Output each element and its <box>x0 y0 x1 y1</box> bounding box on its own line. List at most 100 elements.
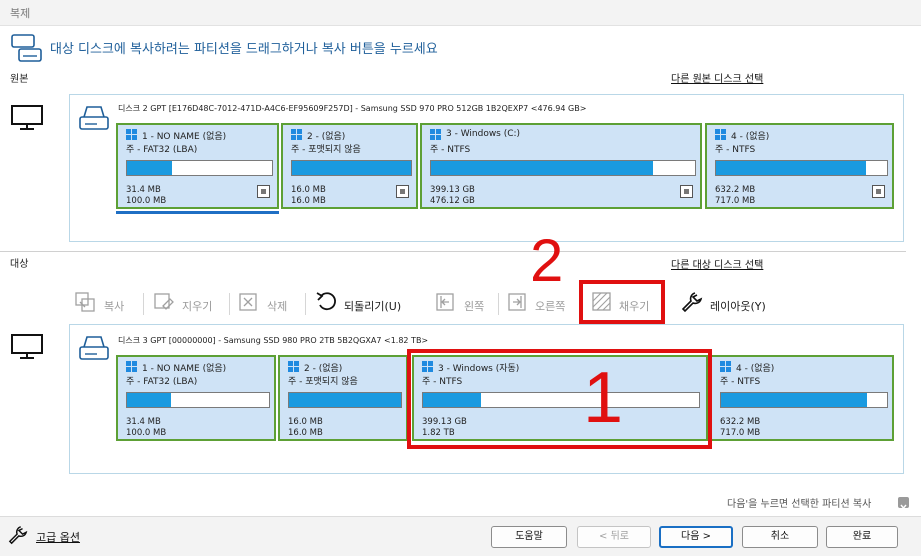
help-button[interactable]: 도움말 <box>491 526 567 548</box>
toolbar-separator <box>229 293 230 315</box>
next-button[interactable]: 다음 > <box>659 526 733 548</box>
usage-fill <box>292 161 411 175</box>
cancel-button[interactable]: 취소 <box>742 526 818 548</box>
used-size: 632.2 MB <box>715 185 756 195</box>
partition-fs: 주 - FAT32 (LBA) <box>126 145 198 155</box>
section-divider <box>0 251 906 252</box>
partition-fs: 주 - NTFS <box>430 145 471 155</box>
partition-name: 2 - (없음) <box>304 364 343 374</box>
windows-icon <box>126 129 138 141</box>
windows-icon <box>430 129 442 141</box>
target-partition-2[interactable]: 2 - (없음) 주 - 포맷되지 않음 16.0 MB 16.0 MB <box>278 355 408 441</box>
usage-bar <box>288 392 402 408</box>
usage-fill <box>716 161 867 175</box>
total-size: 16.0 MB <box>288 428 323 438</box>
target-disk-title: 디스크 3 GPT [00000000] - Samsung SSD 980 P… <box>118 336 429 345</box>
instruction-text: 대상 디스크에 복사하려는 파티션을 드래그하거나 복사 버튼을 누르세요 <box>50 42 438 57</box>
back-button[interactable]: < 뒤로 <box>577 526 651 548</box>
source-partition-3[interactable]: 3 - Windows (C:) 주 - NTFS 399.13 GB 476.… <box>420 123 702 209</box>
toolbar-separator <box>305 293 306 315</box>
total-size: 476.12 GB <box>430 196 475 206</box>
usage-fill <box>127 393 172 407</box>
partition-fs: 주 - FAT32 (LBA) <box>126 377 198 387</box>
source-partition-2[interactable]: 2 - (없음) 주 - 포맷되지 않음 16.0 MB 16.0 MB <box>281 123 418 209</box>
usage-bar <box>126 392 270 408</box>
target-partition-1[interactable]: 1 - NO NAME (없음) 주 - FAT32 (LBA) 31.4 MB… <box>116 355 276 441</box>
target-label: 대상 <box>10 259 29 270</box>
usage-bar <box>430 160 696 176</box>
wrench-icon <box>8 525 28 545</box>
annotation-number-one: 1 <box>583 358 624 438</box>
windows-icon <box>288 361 300 373</box>
used-size: 632.2 MB <box>720 417 761 427</box>
monitor-icon <box>10 104 44 132</box>
annotation-box-fill <box>579 280 665 324</box>
delete-icon <box>239 293 259 311</box>
used-size: 31.4 MB <box>126 417 161 427</box>
used-size: 16.0 MB <box>288 417 323 427</box>
partition-name: 2 - (없음) <box>307 132 346 142</box>
windows-icon <box>126 361 138 373</box>
partition-fs: 주 - 포맷되지 않음 <box>288 377 358 387</box>
move-left-button[interactable]: 왼쪽 <box>464 298 484 314</box>
windows-icon <box>291 129 303 141</box>
usage-bar <box>715 160 888 176</box>
toolbar-separator <box>498 293 499 315</box>
usage-fill <box>127 161 172 175</box>
windows-icon <box>715 129 727 141</box>
partition-menu-icon[interactable] <box>680 185 693 198</box>
source-partition-1[interactable]: 1 - NO NAME (없음) 주 - FAT32 (LBA) 31.4 MB… <box>116 123 279 209</box>
copy-button[interactable]: 복사 <box>104 298 124 314</box>
partition-name: 4 - (없음) <box>736 364 775 374</box>
target-partition-4[interactable]: 4 - (없음) 주 - NTFS 632.2 MB 717.0 MB <box>710 355 894 441</box>
select-source-disk-link[interactable]: 다른 원본 디스크 선택 <box>671 70 763 85</box>
source-label: 원본 <box>10 74 29 85</box>
layout-button[interactable]: 레이아웃(Y) <box>710 298 766 314</box>
partition-menu-icon[interactable] <box>257 185 270 198</box>
partition-menu-icon[interactable] <box>396 185 409 198</box>
total-size: 717.0 MB <box>720 428 761 438</box>
total-size: 717.0 MB <box>715 196 756 206</box>
delete-button[interactable]: 삭제 <box>267 298 287 314</box>
selection-underline <box>116 211 279 214</box>
partition-menu-icon[interactable] <box>872 185 885 198</box>
chevron-down-icon[interactable] <box>898 497 909 510</box>
windows-icon <box>720 361 732 373</box>
partition-fs: 주 - 포맷되지 않음 <box>291 145 361 155</box>
usage-fill <box>721 393 868 407</box>
window-title: 복제 <box>10 7 31 20</box>
move-left-icon <box>436 293 456 311</box>
source-disk-icon <box>78 103 110 133</box>
select-target-disk-link[interactable]: 다른 대상 디스크 선택 <box>671 256 763 271</box>
used-size: 31.4 MB <box>126 185 161 195</box>
used-size: 16.0 MB <box>291 185 326 195</box>
total-size: 100.0 MB <box>126 196 167 206</box>
total-size: 16.0 MB <box>291 196 326 206</box>
clone-icon <box>10 32 44 66</box>
eraser-icon <box>153 292 175 312</box>
partition-name: 3 - Windows (C:) <box>446 129 521 139</box>
usage-bar <box>720 392 888 408</box>
total-size: 100.0 MB <box>126 428 167 438</box>
partition-name: 1 - NO NAME (없음) <box>142 132 227 142</box>
toolbar-separator <box>143 293 144 315</box>
clear-button[interactable]: 지우기 <box>182 298 212 314</box>
partition-fs: 주 - NTFS <box>715 145 756 155</box>
source-partition-4[interactable]: 4 - (없음) 주 - NTFS 632.2 MB 717.0 MB <box>705 123 894 209</box>
partition-fs: 주 - NTFS <box>720 377 761 387</box>
undo-button[interactable]: 되돌리기(U) <box>344 298 401 314</box>
usage-fill <box>431 161 653 175</box>
usage-bar <box>126 160 273 176</box>
usage-fill <box>289 393 401 407</box>
advanced-options-link[interactable]: 고급 옵션 <box>36 529 80 545</box>
monitor-icon <box>10 333 44 361</box>
move-right-button[interactable]: 오른쪽 <box>535 298 565 314</box>
finish-button[interactable]: 완료 <box>826 526 898 548</box>
hint-text: 다음'을 누르면 선택한 파티션 복사 <box>727 499 872 510</box>
partition-name: 4 - (없음) <box>731 132 770 142</box>
annotation-box-partition <box>407 349 712 449</box>
target-disk-icon <box>78 333 110 363</box>
annotation-number-two: 2 <box>530 227 564 294</box>
source-disk-title: 디스크 2 GPT [E176D48C-7012-471D-A4C6-EF956… <box>118 104 587 113</box>
move-right-icon <box>508 293 528 311</box>
